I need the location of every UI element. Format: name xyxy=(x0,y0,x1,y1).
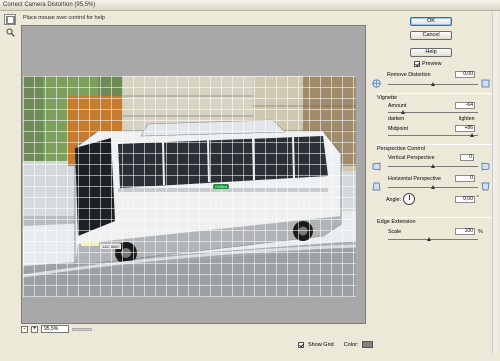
edge-divider xyxy=(377,217,492,218)
remove-distortion-field[interactable]: 0,00 xyxy=(455,71,475,78)
help-button[interactable]: Help xyxy=(410,48,452,57)
vertical-perspective-field[interactable]: 0 xyxy=(460,154,474,161)
scale-unit: % xyxy=(478,229,483,235)
zoom-bar: - + 95,5% xyxy=(21,325,92,333)
horizontal-perspective-label: Horizontal Perspective xyxy=(388,176,441,182)
show-grid-checkbox[interactable] xyxy=(298,341,304,348)
scale-label: Scale xyxy=(388,229,402,235)
vignette-midpoint-label: Midpoint xyxy=(388,126,409,132)
ok-button[interactable]: OK xyxy=(410,17,452,26)
remove-distortion-tool-icon[interactable] xyxy=(4,14,16,25)
vertical-perspective-thumb[interactable] xyxy=(431,164,435,168)
perspective-title: Perspective Control xyxy=(377,146,425,152)
preview-image: GoBus 1AC 8887 xyxy=(23,76,356,297)
grid-color-swatch[interactable] xyxy=(362,341,374,348)
preview-toggle[interactable]: Preview xyxy=(414,61,442,67)
vertical-perspective-label: Vertical Perspective xyxy=(388,155,435,161)
grid-color-label: Color: xyxy=(343,341,359,348)
remove-distortion-thumb[interactable] xyxy=(431,82,435,86)
angle-dial[interactable] xyxy=(403,193,415,205)
window-title: Correct Camera Distortion (95,5%) xyxy=(3,2,96,8)
scale-field[interactable]: 100 xyxy=(455,228,475,235)
horizontal-persp-left-icon xyxy=(372,182,381,191)
zoom-menu-button[interactable] xyxy=(72,327,92,331)
horizontal-perspective-thumb[interactable] xyxy=(431,185,435,189)
perspective-divider xyxy=(377,144,492,145)
tool-palette xyxy=(4,14,18,40)
show-grid-label: Show Grid xyxy=(308,341,334,348)
title-bar: Correct Camera Distortion (95,5%) xyxy=(0,0,500,11)
horizontal-persp-right-icon xyxy=(481,182,490,191)
zoom-in-button[interactable]: + xyxy=(31,325,38,333)
help-hint-text: Place mouse over control for help xyxy=(23,15,105,21)
zoom-tool-icon[interactable] xyxy=(4,27,16,38)
vignette-midpoint-slider[interactable] xyxy=(388,135,478,136)
vignette-midpoint-field[interactable]: +86 xyxy=(455,125,475,132)
pincushion-icon xyxy=(481,79,490,88)
vignette-title: Vignette xyxy=(377,95,398,101)
zoom-out-button[interactable]: - xyxy=(21,325,28,333)
preview-label: Preview xyxy=(422,61,442,67)
vertical-persp-left-icon xyxy=(372,162,381,171)
barrel-icon xyxy=(372,79,381,88)
lighten-label: lighten xyxy=(459,116,475,122)
dialog-scrollbar[interactable] xyxy=(492,12,498,354)
preview-checkbox[interactable] xyxy=(414,61,420,67)
cancel-button[interactable]: Cancel xyxy=(410,31,452,40)
vignette-midpoint-thumb[interactable] xyxy=(470,133,474,137)
vignette-divider xyxy=(377,93,492,94)
darken-label: darken xyxy=(388,116,405,122)
license-plate: 1AC 8887 xyxy=(101,244,121,249)
bus-logo: GoBus xyxy=(213,184,230,189)
remove-distortion-label: Remove Distortion xyxy=(387,72,431,78)
horizontal-perspective-field[interactable]: 0 xyxy=(455,175,475,182)
angle-degree-icon: ° xyxy=(477,195,480,201)
edge-extension-title: Edge Extension xyxy=(377,219,416,225)
angle-field[interactable]: 0,00 xyxy=(455,196,475,203)
bus-photo xyxy=(23,76,356,297)
scale-thumb[interactable] xyxy=(427,237,431,241)
preview-canvas[interactable]: GoBus 1AC 8887 xyxy=(21,25,366,324)
angle-label: Angle: xyxy=(386,197,402,203)
vignette-amount-field[interactable]: -64 xyxy=(455,102,475,109)
vertical-persp-right-icon xyxy=(481,162,490,171)
vignette-amount-thumb[interactable] xyxy=(401,110,405,114)
vignette-amount-label: Amount xyxy=(388,103,407,109)
grid-options: Show Grid Color: xyxy=(298,341,374,348)
zoom-level-field[interactable]: 95,5% xyxy=(41,325,69,333)
scale-slider[interactable] xyxy=(388,239,478,240)
